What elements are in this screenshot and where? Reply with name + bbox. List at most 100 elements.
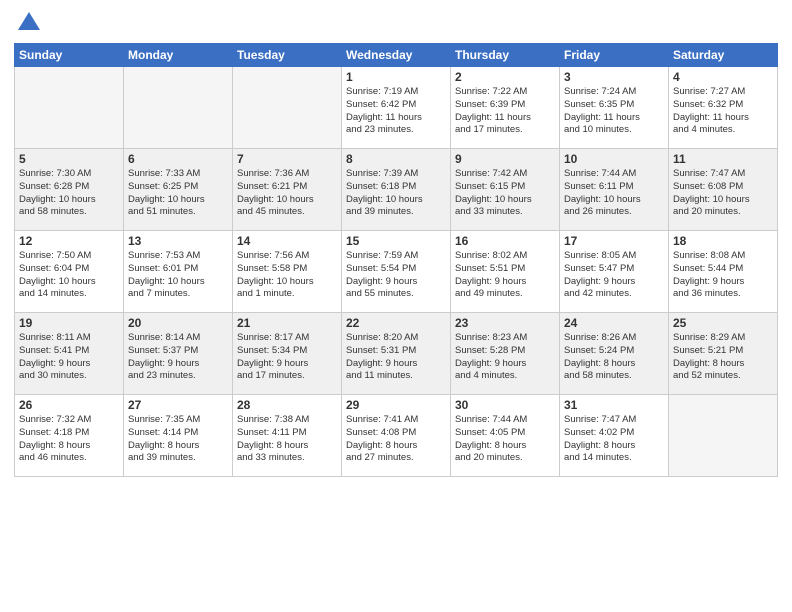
day-number: 26 [19,398,119,412]
day-detail: Sunrise: 7:50 AM Sunset: 6:04 PM Dayligh… [19,250,119,301]
calendar-table: SundayMondayTuesdayWednesdayThursdayFrid… [14,43,778,477]
calendar-cell: 16 Sunrise: 8:02 AM Sunset: 5:51 PM Dayli… [451,231,560,313]
day-number: 10 [564,152,664,166]
day-detail: Sunrise: 7:36 AM Sunset: 6:21 PM Dayligh… [237,168,337,219]
day-of-week-tuesday: Tuesday [233,44,342,67]
day-detail: Sunrise: 8:02 AM Sunset: 5:51 PM Dayligh… [455,250,555,301]
calendar-cell: 19Sunrise: 8:11 AM Sunset: 5:41 PM Dayli… [15,313,124,395]
calendar-cell: 13 Sunrise: 7:53 AM Sunset: 6:01 PM Dayli… [124,231,233,313]
day-detail: Sunrise: 8:14 AM Sunset: 5:37 PM Dayligh… [128,332,228,383]
week-row-1: 5 Sunrise: 7:30 AM Sunset: 6:28 PM Daylig… [15,149,778,231]
day-number: 18 [673,234,773,248]
day-number: 29 [346,398,446,412]
calendar-cell: 23 Sunrise: 8:23 AM Sunset: 5:28 PM Dayli… [451,313,560,395]
week-row-4: 26 Sunrise: 7:32 AM Sunset: 4:18 PM Dayli… [15,395,778,477]
day-number: 16 [455,234,555,248]
day-detail: Sunrise: 7:32 AM Sunset: 4:18 PM Dayligh… [19,414,119,465]
calendar-cell: 1 Sunrise: 7:19 AM Sunset: 6:42 PM Daylig… [342,67,451,149]
week-row-0: 1 Sunrise: 7:19 AM Sunset: 6:42 PM Daylig… [15,67,778,149]
day-number: 28 [237,398,337,412]
day-number: 30 [455,398,555,412]
day-number: 20 [128,316,228,330]
day-detail: Sunrise: 8:20 AM Sunset: 5:31 PM Dayligh… [346,332,446,383]
day-detail: Sunrise: 8:08 AM Sunset: 5:44 PM Dayligh… [673,250,773,301]
calendar-cell: 27Sunrise: 7:35 AM Sunset: 4:14 PM Dayli… [124,395,233,477]
day-number: 23 [455,316,555,330]
calendar-cell: 26 Sunrise: 7:32 AM Sunset: 4:18 PM Dayli… [15,395,124,477]
day-detail: Sunrise: 8:26 AM Sunset: 5:24 PM Dayligh… [564,332,664,383]
day-detail: Sunrise: 7:59 AM Sunset: 5:54 PM Dayligh… [346,250,446,301]
day-number: 25 [673,316,773,330]
day-of-week-saturday: Saturday [669,44,778,67]
calendar-cell: 31 Sunrise: 7:47 AM Sunset: 4:02 PM Dayli… [560,395,669,477]
day-detail: Sunrise: 7:41 AM Sunset: 4:08 PM Dayligh… [346,414,446,465]
days-of-week-row: SundayMondayTuesdayWednesdayThursdayFrid… [15,44,778,67]
calendar-cell: 18 Sunrise: 8:08 AM Sunset: 5:44 PM Dayli… [669,231,778,313]
day-number: 2 [455,70,555,84]
calendar-cell: 17 Sunrise: 8:05 AM Sunset: 5:47 PM Dayli… [560,231,669,313]
day-number: 3 [564,70,664,84]
calendar-cell: 3 Sunrise: 7:24 AM Sunset: 6:35 PM Daylig… [560,67,669,149]
calendar-cell: 4 Sunrise: 7:27 AM Sunset: 6:32 PM Daylig… [669,67,778,149]
calendar-cell: 9 Sunrise: 7:42 AM Sunset: 6:15 PM Daylig… [451,149,560,231]
day-number: 31 [564,398,664,412]
day-number: 5 [19,152,119,166]
day-detail: Sunrise: 8:17 AM Sunset: 5:34 PM Dayligh… [237,332,337,383]
day-number: 17 [564,234,664,248]
day-detail: Sunrise: 7:33 AM Sunset: 6:25 PM Dayligh… [128,168,228,219]
day-detail: Sunrise: 8:05 AM Sunset: 5:47 PM Dayligh… [564,250,664,301]
day-number: 13 [128,234,228,248]
day-of-week-friday: Friday [560,44,669,67]
day-detail: Sunrise: 7:22 AM Sunset: 6:39 PM Dayligh… [455,86,555,137]
calendar-cell: 10 Sunrise: 7:44 AM Sunset: 6:11 PM Dayli… [560,149,669,231]
calendar-cell: 8Sunrise: 7:39 AM Sunset: 6:18 PM Daylig… [342,149,451,231]
day-detail: Sunrise: 7:35 AM Sunset: 4:14 PM Dayligh… [128,414,228,465]
day-detail: Sunrise: 8:23 AM Sunset: 5:28 PM Dayligh… [455,332,555,383]
day-number: 8 [346,152,446,166]
day-number: 1 [346,70,446,84]
calendar-cell: 22 Sunrise: 8:20 AM Sunset: 5:31 PM Dayli… [342,313,451,395]
calendar-page: SundayMondayTuesdayWednesdayThursdayFrid… [0,0,792,612]
day-detail: Sunrise: 7:56 AM Sunset: 5:58 PM Dayligh… [237,250,337,301]
calendar-cell [124,67,233,149]
week-row-3: 19Sunrise: 8:11 AM Sunset: 5:41 PM Dayli… [15,313,778,395]
day-detail: Sunrise: 7:42 AM Sunset: 6:15 PM Dayligh… [455,168,555,219]
calendar-cell: 7 Sunrise: 7:36 AM Sunset: 6:21 PM Daylig… [233,149,342,231]
day-detail: Sunrise: 7:53 AM Sunset: 6:01 PM Dayligh… [128,250,228,301]
day-number: 21 [237,316,337,330]
calendar-cell: 15Sunrise: 7:59 AM Sunset: 5:54 PM Dayli… [342,231,451,313]
calendar-cell: 6 Sunrise: 7:33 AM Sunset: 6:25 PM Daylig… [124,149,233,231]
day-of-week-wednesday: Wednesday [342,44,451,67]
calendar-cell: 2 Sunrise: 7:22 AM Sunset: 6:39 PM Daylig… [451,67,560,149]
day-number: 22 [346,316,446,330]
calendar-cell [669,395,778,477]
calendar-cell: 30Sunrise: 7:44 AM Sunset: 4:05 PM Dayli… [451,395,560,477]
day-of-week-sunday: Sunday [15,44,124,67]
day-detail: Sunrise: 7:47 AM Sunset: 4:02 PM Dayligh… [564,414,664,465]
day-number: 6 [128,152,228,166]
day-detail: Sunrise: 7:27 AM Sunset: 6:32 PM Dayligh… [673,86,773,137]
calendar-cell: 28Sunrise: 7:38 AM Sunset: 4:11 PM Dayli… [233,395,342,477]
day-detail: Sunrise: 7:19 AM Sunset: 6:42 PM Dayligh… [346,86,446,137]
calendar-cell [15,67,124,149]
day-detail: Sunrise: 7:24 AM Sunset: 6:35 PM Dayligh… [564,86,664,137]
calendar-cell: 5 Sunrise: 7:30 AM Sunset: 6:28 PM Daylig… [15,149,124,231]
day-number: 4 [673,70,773,84]
week-row-2: 12 Sunrise: 7:50 AM Sunset: 6:04 PM Dayli… [15,231,778,313]
day-number: 9 [455,152,555,166]
calendar-cell: 14Sunrise: 7:56 AM Sunset: 5:58 PM Dayli… [233,231,342,313]
day-detail: Sunrise: 7:30 AM Sunset: 6:28 PM Dayligh… [19,168,119,219]
day-detail: Sunrise: 7:44 AM Sunset: 6:11 PM Dayligh… [564,168,664,219]
day-number: 11 [673,152,773,166]
calendar-cell: 24Sunrise: 8:26 AM Sunset: 5:24 PM Dayli… [560,313,669,395]
calendar-cell: 20 Sunrise: 8:14 AM Sunset: 5:37 PM Dayli… [124,313,233,395]
day-number: 12 [19,234,119,248]
header [14,10,778,37]
logo-icon [18,10,40,32]
logo [14,10,40,37]
calendar-cell: 11Sunrise: 7:47 AM Sunset: 6:08 PM Dayli… [669,149,778,231]
calendar-cell: 12 Sunrise: 7:50 AM Sunset: 6:04 PM Dayli… [15,231,124,313]
day-detail: Sunrise: 8:29 AM Sunset: 5:21 PM Dayligh… [673,332,773,383]
day-number: 19 [19,316,119,330]
day-number: 7 [237,152,337,166]
